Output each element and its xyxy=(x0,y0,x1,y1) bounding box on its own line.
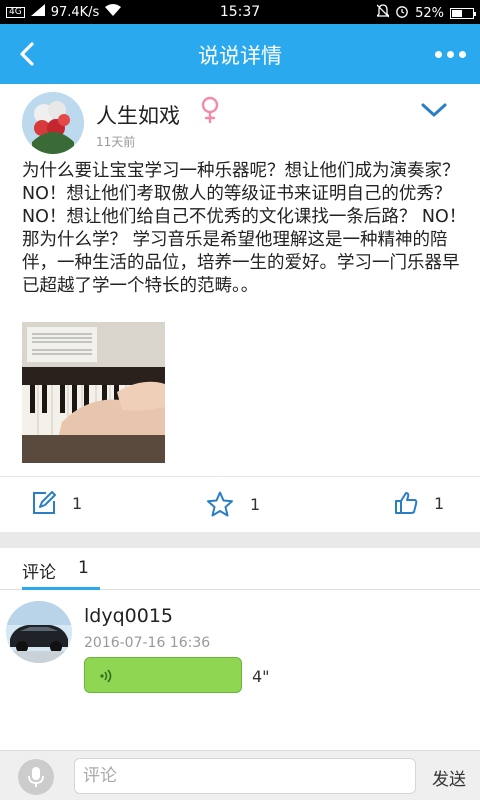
voice-duration: 4" xyxy=(252,667,270,686)
female-icon xyxy=(200,96,220,124)
more-button[interactable] xyxy=(430,38,470,70)
microphone-icon xyxy=(28,767,44,787)
more-dot-icon xyxy=(434,50,442,58)
battery-percent: 52% xyxy=(415,5,444,21)
tab-comments-count: 1 xyxy=(78,558,89,578)
tab-comments[interactable]: 评论 1 xyxy=(22,558,89,583)
microphone-button[interactable] xyxy=(18,759,54,795)
comment-action[interactable]: 1 xyxy=(32,491,82,515)
post-time: 11天前 xyxy=(96,135,136,149)
alarm-icon xyxy=(395,4,409,22)
page-title: 说说详情 xyxy=(198,44,282,68)
like-action[interactable]: 1 xyxy=(394,491,444,515)
star-icon xyxy=(207,491,233,517)
post-action-bar: 1 1 1 xyxy=(0,476,480,532)
voice-wave-icon xyxy=(100,669,112,683)
battery-icon xyxy=(450,7,476,19)
title-bar: 说说详情 xyxy=(0,24,480,84)
voice-message-button[interactable] xyxy=(84,657,242,693)
more-dot-icon xyxy=(458,50,466,58)
comment-count: 1 xyxy=(72,493,83,513)
tab-active-indicator xyxy=(22,587,100,590)
mute-icon xyxy=(375,4,391,22)
post-content: 为什么要让宝宝学习一种乐器呢？想让他们成为演奏家？NO！想让他们考取傲人的等级证… xyxy=(22,161,467,296)
favorite-count: 1 xyxy=(250,494,261,514)
thumbs-up-icon xyxy=(395,492,418,514)
chevron-down-icon[interactable] xyxy=(420,100,448,120)
status-bar: 4G 97.4K/s 15:37 52% xyxy=(0,0,480,24)
comment-avatar[interactable] xyxy=(6,601,72,663)
comment-username[interactable]: ldyq0015 xyxy=(84,605,173,627)
send-button[interactable]: 发送 xyxy=(432,765,466,790)
section-divider xyxy=(0,532,480,548)
edit-comment-icon xyxy=(33,491,56,514)
comment-input-bar: 发送 xyxy=(0,750,480,800)
like-count: 1 xyxy=(434,493,445,513)
more-dot-icon xyxy=(446,50,454,58)
comment-input[interactable] xyxy=(74,758,416,794)
comment-time: 2016-07-16 16:36 xyxy=(84,635,211,651)
user-avatar[interactable] xyxy=(22,92,84,154)
tab-comments-label: 评论 xyxy=(22,563,56,583)
favorite-action[interactable]: 1 xyxy=(206,491,260,517)
comments-tab-bar: 评论 1 xyxy=(0,548,480,590)
post-image[interactable] xyxy=(22,322,165,463)
post-username[interactable]: 人生如戏 xyxy=(96,100,180,130)
